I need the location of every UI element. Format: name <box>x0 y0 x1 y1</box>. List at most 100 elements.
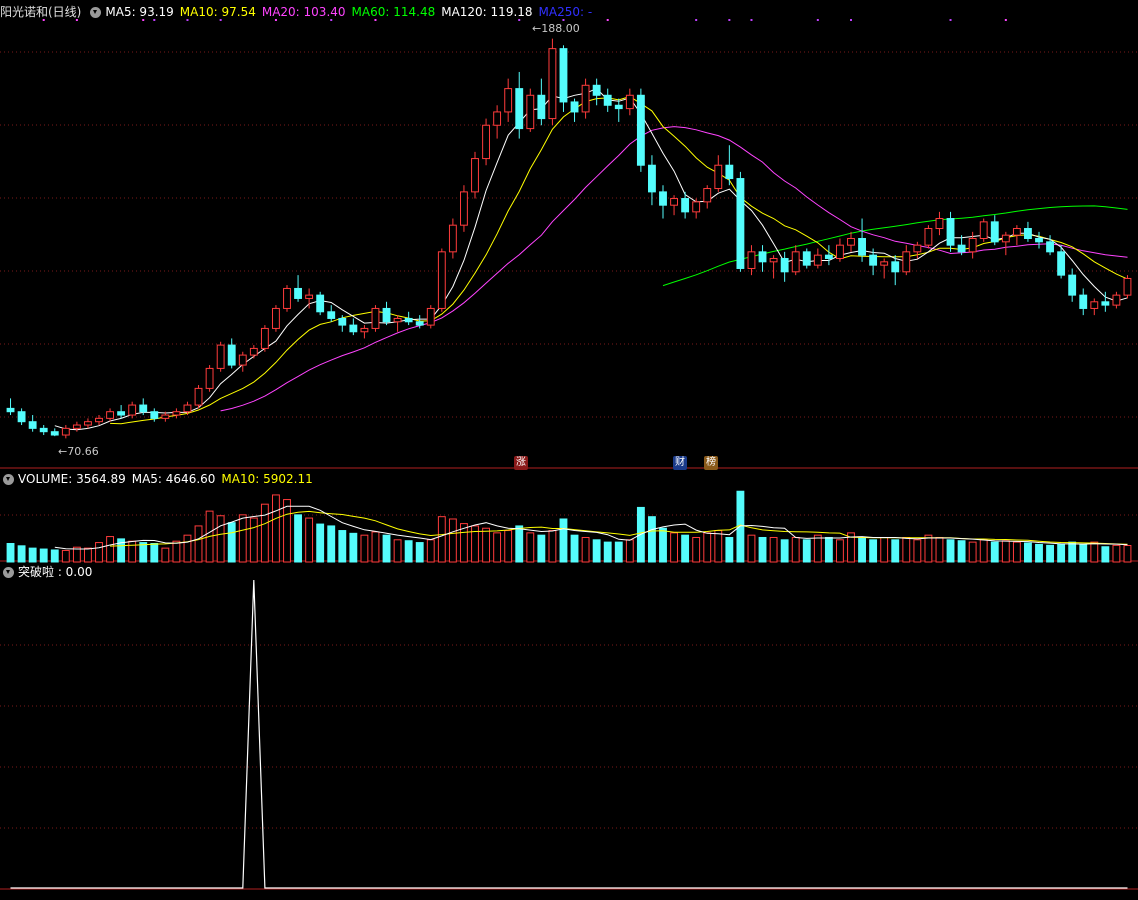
volume-bar <box>902 536 911 563</box>
volume-legend-item-2: MA10: 5902.11 <box>221 472 313 486</box>
candle-body <box>139 404 148 413</box>
volume-legend: VOLUME: 3564.89 MA5: 4646.60 MA10: 5902.11 <box>18 470 319 488</box>
ma-legend-item-5: MA250: - <box>538 5 593 19</box>
ma-legend-item-4: MA120: 119.18 <box>441 5 533 19</box>
volume-bar <box>880 536 889 563</box>
candle-body <box>95 417 103 423</box>
candle-body <box>305 294 314 299</box>
candle-body <box>1046 241 1054 253</box>
candle-body <box>482 124 490 160</box>
candle-body <box>990 221 999 243</box>
candle <box>979 218 988 242</box>
candle-body <box>824 254 833 259</box>
volume-bar <box>84 547 92 563</box>
volume-legend-item-1: MA5: 4646.60 <box>131 472 216 486</box>
low-price-label: ←70.66 <box>58 445 99 458</box>
candle-body <box>183 404 192 413</box>
volume-bar <box>548 530 557 563</box>
volume-bar <box>813 534 822 563</box>
volume-bar <box>681 534 690 563</box>
candle-body <box>670 198 678 206</box>
candle <box>194 385 203 409</box>
candle-body <box>581 84 590 113</box>
candle-body <box>791 251 800 273</box>
volume-bar <box>415 542 424 563</box>
candle-body <box>316 294 325 313</box>
volume-bar <box>260 503 269 563</box>
chevron-down-icon[interactable] <box>3 566 14 578</box>
volume-bar <box>625 539 634 563</box>
volume-bar <box>50 549 59 563</box>
indicator-legend-item-0: 突破啦 : 0.00 <box>18 565 93 579</box>
candle-body <box>968 238 977 253</box>
volume-bar <box>371 531 380 563</box>
candle <box>736 171 745 272</box>
volume-bar <box>935 536 944 563</box>
volume-bar <box>272 494 280 563</box>
volume-bar <box>448 518 457 563</box>
candle-body <box>249 347 258 356</box>
volume-bar <box>692 536 701 563</box>
volume-bar <box>526 532 535 563</box>
main-chart-header: 阳光诺和(日线) MA5: 93.19 MA10: 97.54 MA20: 103.… <box>0 3 604 21</box>
candle-body <box>260 327 269 349</box>
volume-bar <box>1123 545 1132 563</box>
ma-legend: MA5: 93.19 MA10: 97.54 MA20: 103.40 MA60: 1… <box>105 3 598 21</box>
candle-body <box>172 411 181 416</box>
candle <box>548 38 557 126</box>
volume-bar <box>393 539 402 563</box>
candle-body <box>747 251 756 269</box>
candle-body <box>924 228 933 246</box>
candle-body <box>448 224 457 253</box>
candle-body <box>836 244 844 259</box>
background <box>0 0 1138 900</box>
volume-bar <box>957 540 966 563</box>
chevron-down-icon[interactable] <box>90 6 102 18</box>
volume-bar <box>482 527 490 563</box>
candle-body <box>891 261 900 273</box>
candle-body <box>736 178 745 269</box>
volume-bar <box>6 543 15 563</box>
candle-body <box>426 307 435 326</box>
candle-body <box>50 431 59 436</box>
volume-bar <box>17 545 26 563</box>
volume-bar <box>404 540 413 563</box>
event-badge-ranking[interactable]: 榜 <box>704 456 718 470</box>
volume-bar <box>28 547 37 563</box>
ma-legend-item-2: MA20: 103.40 <box>261 5 346 19</box>
ma-legend-item-0: MA5: 93.19 <box>105 5 174 19</box>
candle-body <box>1079 294 1088 309</box>
volume-bar <box>891 539 900 563</box>
candle-body <box>1090 301 1099 309</box>
candle-body <box>39 427 48 433</box>
stock-chart[interactable] <box>0 0 1138 900</box>
candle-body <box>17 411 26 423</box>
candle-body <box>117 411 126 416</box>
chevron-down-icon[interactable] <box>3 473 14 485</box>
volume-bar <box>382 534 391 563</box>
candle-body <box>869 254 878 266</box>
candle-body <box>72 424 81 429</box>
volume-bar <box>1024 542 1032 563</box>
candle <box>316 291 325 316</box>
grid-lines <box>0 0 1138 900</box>
volume-bar <box>227 522 236 563</box>
candle-body <box>393 317 402 323</box>
volume-bar <box>504 530 513 563</box>
candle <box>272 305 280 332</box>
volume-bar <box>603 541 612 563</box>
volume-bar <box>360 534 369 563</box>
volume-bar <box>39 548 48 563</box>
candle-body <box>493 111 502 126</box>
volume-bar <box>172 540 181 563</box>
candle <box>371 305 380 332</box>
volume-bar <box>858 536 866 563</box>
event-badge-finance[interactable]: 财 <box>673 456 687 470</box>
candle-body <box>460 191 468 226</box>
candle-body <box>813 254 822 266</box>
event-dot <box>606 19 609 21</box>
volume-bar <box>1001 540 1010 563</box>
event-badge-rise[interactable]: 涨 <box>514 456 528 470</box>
chart-title: 阳光诺和(日线) <box>0 5 82 19</box>
candle-body <box>6 407 15 413</box>
